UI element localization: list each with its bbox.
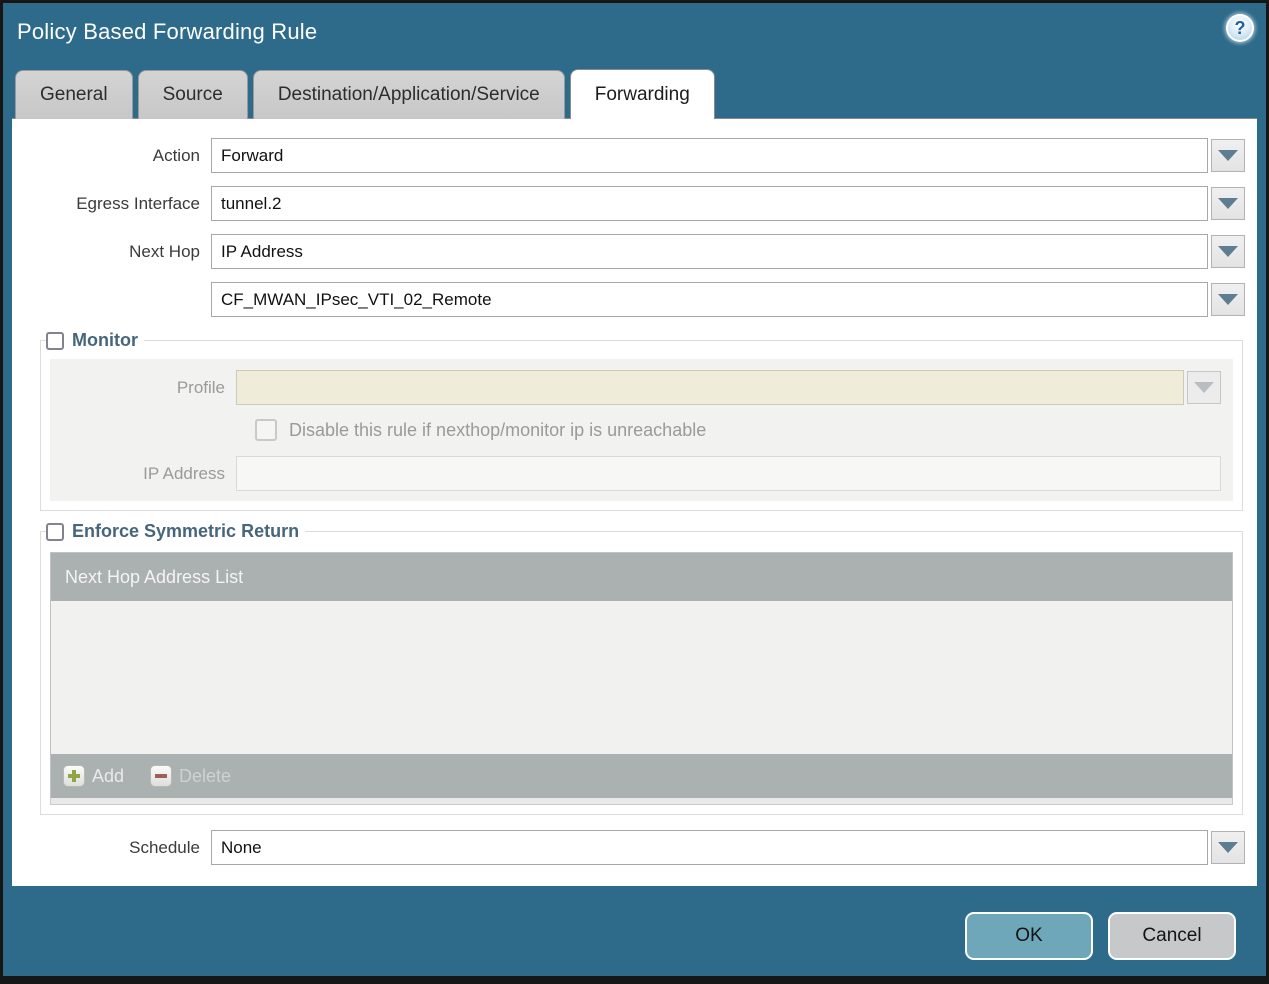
pbf-rule-dialog: Policy Based Forwarding Rule ? General S… (0, 0, 1269, 984)
chevron-down-icon (1218, 198, 1238, 209)
next-hop-address-list-toolbar: Add Delete (51, 754, 1232, 798)
dialog-titlebar: Policy Based Forwarding Rule ? (3, 3, 1266, 68)
schedule-select[interactable]: None (211, 830, 1208, 865)
chevron-down-icon (1218, 150, 1238, 161)
dialog-title: Policy Based Forwarding Rule (17, 19, 318, 44)
monitor-legend: Monitor (72, 330, 138, 350)
monitor-ip-address-label: IP Address (143, 463, 225, 483)
egress-interface-label: Egress Interface (76, 193, 200, 213)
monitor-profile-row: Profile (50, 370, 1221, 405)
forwarding-tab-panel: Action Forward Egress Interface tunnel.2… (12, 118, 1257, 886)
dialog-footer: OK Cancel (965, 912, 1236, 960)
next-hop-address-dropdown-button[interactable] (1211, 283, 1245, 316)
chevron-down-icon (1218, 842, 1238, 853)
monitor-group: Monitor Profile Disable this rule if nex… (40, 330, 1243, 511)
monitor-disable-rule-row: Disable this rule if nexthop/monitor ip … (255, 419, 1221, 441)
next-hop-address-list-body (51, 601, 1232, 754)
chevron-down-icon (1194, 382, 1214, 393)
tab-destination-application-service[interactable]: Destination/Application/Service (252, 70, 565, 119)
tab-source[interactable]: Source (137, 70, 248, 119)
next-hop-address-list-table: Next Hop Address List Add Delete (50, 552, 1233, 798)
next-hop-select[interactable]: IP Address (211, 234, 1208, 269)
monitor-profile-dropdown-button (1187, 371, 1221, 404)
schedule-dropdown-button[interactable] (1211, 831, 1245, 864)
chevron-down-icon (1218, 246, 1238, 257)
symmetric-return-group: Enforce Symmetric Return Next Hop Addres… (40, 521, 1243, 815)
add-button[interactable]: Add (63, 765, 124, 787)
symmetric-return-checkbox[interactable] (46, 522, 64, 541)
tab-general[interactable]: General (15, 70, 133, 119)
action-select[interactable]: Forward (211, 138, 1208, 173)
egress-interface-select[interactable]: tunnel.2 (211, 186, 1208, 221)
next-hop-address-row: CF_MWAN_IPsec_VTI_02_Remote (12, 282, 1245, 317)
disable-rule-label: Disable this rule if nexthop/monitor ip … (289, 419, 707, 440)
action-row: Action Forward (12, 138, 1245, 173)
monitor-profile-label: Profile (176, 377, 225, 397)
egress-interface-dropdown-button[interactable] (1211, 187, 1245, 220)
delete-button: Delete (150, 765, 231, 787)
symmetric-return-legend: Enforce Symmetric Return (72, 521, 300, 541)
action-label: Action (152, 145, 200, 165)
monitor-ip-address-row: IP Address (50, 456, 1221, 491)
help-icon[interactable]: ? (1226, 14, 1254, 42)
minus-icon (150, 765, 173, 787)
monitor-checkbox[interactable] (46, 331, 64, 350)
monitor-group-body: Profile Disable this rule if nexthop/mon… (50, 359, 1233, 501)
action-dropdown-button[interactable] (1211, 139, 1245, 172)
next-hop-label: Next Hop (129, 241, 200, 261)
schedule-label: Schedule (129, 837, 200, 857)
cancel-button[interactable]: Cancel (1108, 912, 1236, 960)
next-hop-address-list-header: Next Hop Address List (51, 553, 1232, 601)
disable-rule-checkbox (255, 419, 277, 441)
egress-interface-row: Egress Interface tunnel.2 (12, 186, 1245, 221)
tab-forwarding[interactable]: Forwarding (569, 69, 715, 119)
next-hop-dropdown-button[interactable] (1211, 235, 1245, 268)
next-hop-address-select[interactable]: CF_MWAN_IPsec_VTI_02_Remote (211, 282, 1208, 317)
next-hop-row: Next Hop IP Address (12, 234, 1245, 269)
schedule-row: Schedule None (12, 830, 1245, 865)
chevron-down-icon (1218, 294, 1238, 305)
monitor-profile-select (236, 370, 1184, 405)
table-scrollbar-track[interactable] (50, 798, 1233, 805)
monitor-ip-address-input (236, 456, 1221, 491)
tab-strip: General Source Destination/Application/S… (15, 69, 715, 119)
plus-icon (63, 765, 85, 787)
ok-button[interactable]: OK (965, 912, 1093, 960)
